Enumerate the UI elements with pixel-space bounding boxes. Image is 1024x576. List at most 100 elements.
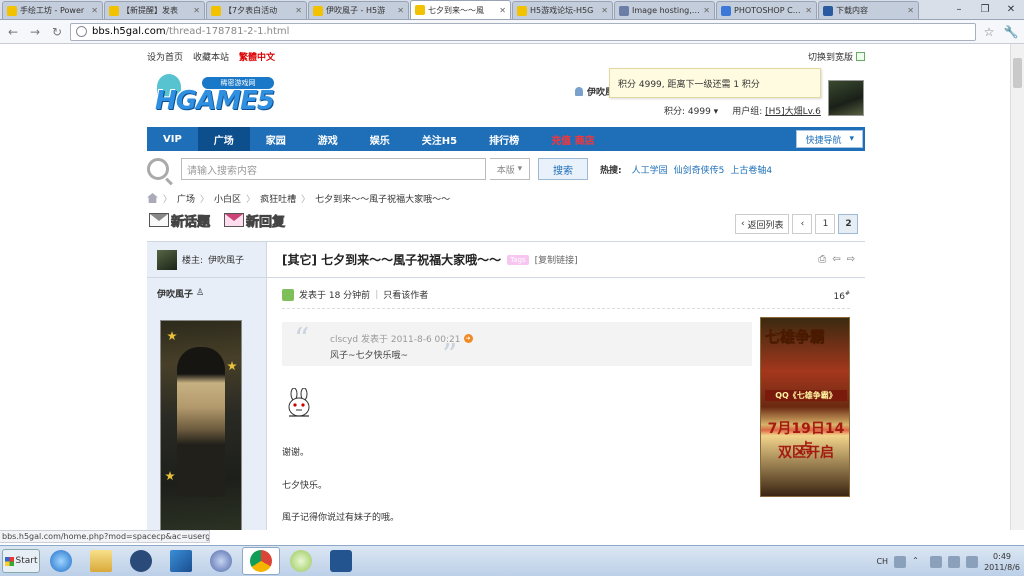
breadcrumb-item[interactable]: 疯狂吐槽 xyxy=(260,192,296,205)
home-icon[interactable] xyxy=(147,193,158,203)
goto-arrow-icon[interactable]: ➜ xyxy=(463,334,473,343)
browser-tab[interactable]: 【7夕表白活动 ✕ xyxy=(206,1,307,19)
avatar[interactable] xyxy=(828,80,864,116)
close-tab-icon[interactable]: ✕ xyxy=(193,6,200,15)
clock-date: 2011/8/6 xyxy=(984,562,1020,572)
poster-name[interactable]: 伊吹風子 xyxy=(157,287,193,300)
close-window-button[interactable]: ✕ xyxy=(998,0,1024,18)
tab-title: 七夕到来～～風 xyxy=(428,5,484,15)
browser-tab[interactable]: 下载内容 ✕ xyxy=(818,1,919,19)
reload-button[interactable]: ↻ xyxy=(48,23,66,41)
set-home-link[interactable]: 设为首页 xyxy=(147,50,183,64)
bird-taskbar-button[interactable] xyxy=(162,547,200,575)
usergroup-label: 用户组: xyxy=(732,107,763,117)
usergroup-link[interactable]: [H5]大畑Lv.6 xyxy=(765,107,821,117)
next-thread-icon[interactable]: ⇨ xyxy=(847,254,855,265)
eight-taskbar-button[interactable] xyxy=(322,547,360,575)
search-scope-select[interactable]: 本版 ▾ xyxy=(490,158,530,180)
scrollbar-thumb[interactable] xyxy=(1013,58,1022,88)
breadcrumb-item[interactable]: 广场 xyxy=(177,192,195,205)
nav-item[interactable]: 排行榜 xyxy=(473,127,535,151)
close-tab-icon[interactable]: ✕ xyxy=(397,6,404,15)
forward-button[interactable]: → xyxy=(26,23,44,41)
thread-starter: 楼主: 伊吹風子 xyxy=(147,242,266,278)
traditional-link[interactable]: 繁體中文 xyxy=(239,50,275,64)
cloud-taskbar-button[interactable] xyxy=(282,547,320,575)
tray-app-icon[interactable] xyxy=(930,555,943,568)
explorer-taskbar-button[interactable] xyxy=(82,547,120,575)
back-button[interactable]: ← xyxy=(4,23,22,41)
tray-arrow-icon[interactable]: ⌃ xyxy=(912,556,924,568)
browser-tab[interactable]: 七夕到来～～風 ✕ xyxy=(410,0,511,19)
nav-item[interactable]: 家园 xyxy=(250,127,302,151)
close-tab-icon[interactable]: ✕ xyxy=(703,6,710,15)
op-name[interactable]: 伊吹風子 xyxy=(208,253,244,266)
back-to-list-button[interactable]: ‹ 返回列表 xyxy=(735,214,790,234)
new-thread-button[interactable]: 新话题 xyxy=(149,210,210,230)
only-author-link[interactable]: 只看该作者 xyxy=(383,288,428,301)
page-1-button[interactable]: 1 xyxy=(815,214,836,234)
print-icon[interactable]: ⎙ xyxy=(818,254,826,265)
k-taskbar-button[interactable] xyxy=(122,547,160,575)
cloud-icon xyxy=(290,550,312,572)
ie-taskbar-button[interactable] xyxy=(42,547,80,575)
close-tab-icon[interactable]: ✕ xyxy=(907,6,914,15)
chrome-taskbar-button[interactable] xyxy=(242,547,280,575)
nav-item[interactable]: VIP xyxy=(147,127,198,151)
copy-link[interactable]: [复制链接] xyxy=(535,253,578,266)
maximize-button[interactable]: ❐ xyxy=(972,0,998,18)
tag-badge[interactable]: Tags xyxy=(507,254,529,265)
search-input[interactable]: 请输入搜索内容 xyxy=(181,158,486,180)
network-icon[interactable] xyxy=(948,555,961,568)
hot-search-link[interactable]: 上古卷轴4 xyxy=(730,166,772,176)
floor-number[interactable]: 16# xyxy=(834,290,850,302)
browser-tab[interactable]: PHOTOSHOP CS4 ✕ xyxy=(716,1,817,19)
nav-item[interactable]: 娱乐 xyxy=(354,127,406,151)
poster-avatar[interactable] xyxy=(160,320,242,530)
nav-item[interactable]: 充值 商店 xyxy=(535,127,610,151)
nav-item[interactable]: 广场 xyxy=(197,127,250,151)
browser-tab[interactable]: 【新提醒】发表 ✕ xyxy=(104,1,205,19)
switch-width-link[interactable]: 切换到宽版 xyxy=(808,50,865,63)
close-tab-icon[interactable]: ✕ xyxy=(601,6,608,15)
browser-tab[interactable]: Image hosting, fr ✕ xyxy=(614,1,715,19)
online-icon xyxy=(282,288,294,301)
hot-search-link[interactable]: 人工学园 xyxy=(632,166,668,176)
breadcrumb-item[interactable]: 小白区 xyxy=(214,192,241,205)
address-bar[interactable]: bbs.h5gal.com/thread-178781-2-1.html xyxy=(70,22,976,41)
close-tab-icon[interactable]: ✕ xyxy=(805,6,812,15)
wrench-icon[interactable]: 🔧 xyxy=(1002,23,1020,41)
language-indicator[interactable]: CH xyxy=(876,557,888,566)
quick-nav-button[interactable]: 快捷导航 ▾ xyxy=(796,130,863,148)
thread: 楼主: 伊吹風子 伊吹風子 ♙ [其它] 七夕到来～～風子祝福大家哦～～ Tag… xyxy=(147,241,865,530)
reply-button[interactable]: 新回复 xyxy=(224,210,285,230)
start-button[interactable]: Start xyxy=(2,549,40,573)
site-logo[interactable]: 稀密游戏网 HGAME5 xyxy=(155,72,280,126)
close-tab-icon[interactable]: ✕ xyxy=(295,6,302,15)
prev-page-button[interactable]: ‹ xyxy=(792,214,813,234)
page-scrollbar[interactable] xyxy=(1010,44,1024,530)
minimize-button[interactable]: – xyxy=(946,0,972,18)
search-icon xyxy=(147,158,169,180)
op-avatar[interactable] xyxy=(157,249,177,270)
page-2-button[interactable]: 2 xyxy=(838,214,859,234)
hot-search-link[interactable]: 仙剑奇侠传5 xyxy=(674,166,725,176)
browser-tab[interactable]: 伊吹風子 - H5游 ✕ xyxy=(308,1,409,19)
nav-item[interactable]: 关注H5 xyxy=(406,127,473,151)
search-button[interactable]: 搜索 xyxy=(538,158,588,180)
ad-banner[interactable]: 七雄争霸 QQ《七雄争霸》 7月19日14点 双区开启 xyxy=(760,317,850,497)
nav-item[interactable]: 游戏 xyxy=(302,127,354,151)
clock[interactable]: 0:49 2011/8/6 xyxy=(984,551,1020,573)
close-tab-icon[interactable]: ✕ xyxy=(91,6,98,15)
help-icon[interactable] xyxy=(894,555,907,568)
credits-link[interactable]: 积分: 4999 ▾ xyxy=(664,104,718,117)
browser-tab[interactable]: H5游戏论坛-H5G ✕ xyxy=(512,1,613,19)
prev-thread-icon[interactable]: ⇦ xyxy=(832,254,840,265)
volume-icon[interactable] xyxy=(966,555,979,568)
star-icon[interactable]: ☆ xyxy=(980,23,998,41)
close-tab-icon[interactable]: ✕ xyxy=(499,6,506,15)
bookmark-link[interactable]: 收藏本站 xyxy=(193,50,229,64)
browser-tab[interactable]: 手绘工坊 - Power ✕ xyxy=(2,1,103,19)
orb-taskbar-button[interactable] xyxy=(202,547,240,575)
breadcrumb-item[interactable]: 七夕到来～～風子祝福大家哦～～ xyxy=(315,192,450,205)
